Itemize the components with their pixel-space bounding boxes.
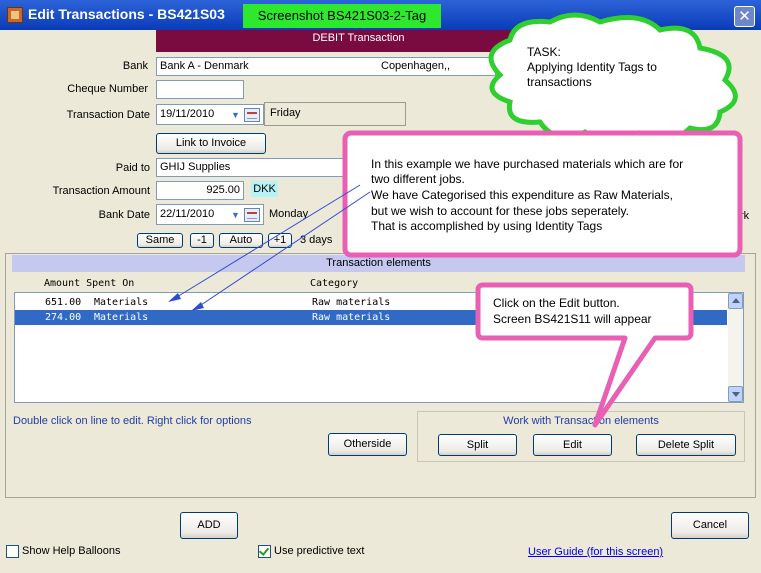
arrow-to-row-1 — [171, 184, 361, 301]
example-text-5: That is accomplished by using Identity T… — [371, 219, 603, 233]
click-edit-text-1: Click on the Edit button. — [493, 296, 620, 310]
example-text-3: We have Categorised this expenditure as … — [371, 188, 673, 202]
example-text-2: two different jobs. — [371, 172, 465, 186]
edit-transactions-window: Edit Transactions - BS421S03 ✕ Screensho… — [0, 0, 761, 573]
arrow-head-2 — [191, 302, 204, 311]
arrow-head-1 — [168, 293, 181, 302]
example-text-1: In this example we have purchased materi… — [371, 157, 684, 171]
annotation-overlay — [168, 12, 743, 428]
example-text-4: but we wish to account for these jobs se… — [371, 204, 629, 218]
click-edit-text-2: Screen BS421S11 will appear — [493, 312, 652, 326]
task-text-3: transactions — [527, 75, 592, 89]
task-text-2: Applying Identity Tags to — [527, 60, 657, 74]
task-text-1: TASK: — [527, 45, 561, 59]
